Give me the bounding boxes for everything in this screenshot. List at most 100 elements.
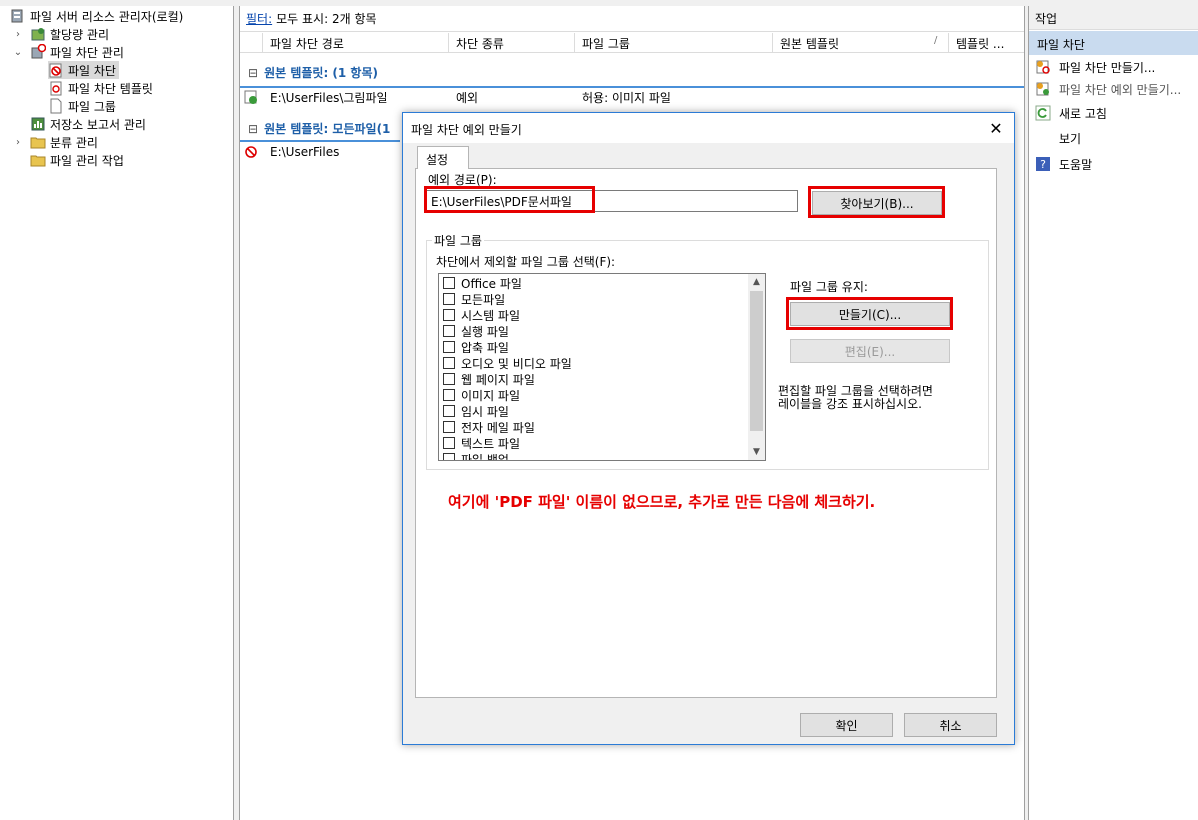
create-screen-icon — [1035, 59, 1051, 75]
tree-item-quota[interactable]: 할당량 관리 — [30, 25, 109, 43]
tree-item-label: 파일 서버 리소스 관리자(로컬) — [30, 9, 184, 24]
scroll-thumb[interactable] — [750, 291, 763, 431]
folder-icon — [30, 134, 46, 150]
checkbox[interactable] — [443, 453, 455, 460]
action-create-exception[interactable]: 파일 차단 예외 만들기... — [1035, 79, 1181, 99]
tree-item-label: 저장소 보고서 관리 — [50, 117, 146, 132]
hint-text-line2: 레이블을 강조 표시하십시오. — [778, 397, 922, 411]
exception-check-icon — [244, 90, 258, 107]
tree-item-label: 파일 차단 관리 — [50, 45, 124, 60]
column-header-group[interactable]: 파일 그룹 — [582, 35, 630, 52]
tree-item-label: 파일 관리 작업 — [50, 153, 124, 168]
filter-link[interactable]: 필터: — [246, 10, 272, 27]
file-group-box-title: 파일 그룹 — [432, 232, 484, 249]
report-icon — [30, 116, 46, 132]
block-icon — [244, 145, 258, 162]
expand-chevron-icon[interactable]: › — [13, 25, 23, 43]
group-header[interactable]: ⊟ 원본 템플릿: (1 항목) — [248, 64, 378, 81]
action-create-file-screen[interactable]: 파일 차단 만들기... — [1035, 57, 1155, 77]
column-header-template[interactable]: 원본 템플릿 — [780, 35, 839, 52]
table-row[interactable]: E:\UserFiles\그림파일 예외 허용: 이미지 파일 — [240, 86, 1024, 108]
checkbox[interactable] — [443, 357, 455, 369]
action-help[interactable]: ? 도움말 — [1035, 154, 1092, 174]
maintain-groups-label: 파일 그룹 유지: — [790, 280, 868, 294]
tab-settings[interactable]: 설정 — [417, 146, 469, 169]
column-header-template-status[interactable]: 템플릿 ... — [956, 35, 1004, 52]
action-view[interactable]: 보기 — [1035, 128, 1081, 148]
row-group: 허용: 이미지 파일 — [582, 91, 671, 105]
collapse-chevron-icon[interactable]: ⌄ — [13, 43, 23, 61]
exception-path-input[interactable]: E:\UserFiles\PDF문서파일 — [426, 190, 798, 212]
list-item[interactable]: 임시 파일 — [443, 403, 509, 419]
checkbox[interactable] — [443, 341, 455, 353]
checkbox[interactable] — [443, 293, 455, 305]
navigation-tree: 파일 서버 리소스 관리자(로컬) › 할당량 관리 ⌄ 파일 차단 관리 파일… — [0, 6, 234, 820]
list-item[interactable]: 오디오 및 비디오 파일 — [443, 355, 572, 371]
tree-item-storage-reports[interactable]: 저장소 보고서 관리 — [30, 115, 146, 133]
svg-text:?: ? — [1040, 158, 1046, 171]
exception-path-label: 예외 경로(P): — [428, 173, 497, 187]
file-screen-icon — [30, 44, 46, 60]
sort-indicator-icon: / — [934, 35, 938, 46]
tree-item-file-management-tasks[interactable]: 파일 관리 작업 — [30, 151, 124, 169]
tree-item-file-screen-templates[interactable]: 파일 차단 템플릿 — [48, 79, 153, 97]
create-group-button[interactable]: 만들기(C)... — [790, 302, 950, 326]
checkbox[interactable] — [443, 373, 455, 385]
list-item[interactable]: 모든파일 — [443, 291, 505, 307]
column-header-path[interactable]: 파일 차단 경로 — [270, 35, 344, 52]
dialog-titlebar: 파일 차단 예외 만들기 ✕ — [403, 113, 1014, 143]
list-item[interactable]: Office 파일 — [443, 275, 522, 291]
expand-chevron-icon[interactable]: › — [13, 133, 23, 151]
actions-header: 작업 — [1029, 6, 1198, 30]
file-group-checklist[interactable]: Office 파일 모든파일 시스템 파일 실행 파일 압축 파일 오디오 및 … — [438, 273, 766, 461]
checkbox[interactable] — [443, 325, 455, 337]
list-item[interactable]: 텍스트 파일 — [443, 435, 520, 451]
tree-item-file-groups[interactable]: 파일 그룹 — [48, 97, 116, 115]
tree-item-file-screens[interactable]: 파일 차단 — [48, 61, 119, 79]
actions-section-file-screens[interactable]: 파일 차단 — [1029, 31, 1198, 55]
row-path: E:\UserFiles — [270, 145, 340, 159]
checkbox[interactable] — [443, 389, 455, 401]
tree-item-label: 파일 차단 — [68, 63, 116, 78]
checkbox[interactable] — [443, 421, 455, 433]
file-icon — [48, 98, 64, 114]
vertical-scrollbar[interactable]: ▲ ▼ — [748, 274, 765, 460]
edit-group-button[interactable]: 편집(E)... — [790, 339, 950, 363]
checkbox[interactable] — [443, 405, 455, 417]
tree-item-label: 할당량 관리 — [50, 27, 110, 42]
checkbox[interactable] — [443, 309, 455, 321]
filter-bar: 필터: 모두 표시: 2개 항목 — [240, 6, 1024, 32]
settings-panel: 예외 경로(P): E:\UserFiles\PDF문서파일 찾아보기(B)..… — [415, 168, 997, 698]
template-icon — [48, 80, 64, 96]
ok-button[interactable]: 확인 — [800, 713, 893, 737]
action-refresh[interactable]: 새로 고침 — [1035, 103, 1107, 123]
checkbox[interactable] — [443, 277, 455, 289]
list-item[interactable]: 전자 메일 파일 — [443, 419, 535, 435]
help-icon: ? — [1035, 156, 1051, 172]
create-exception-dialog: 파일 차단 예외 만들기 ✕ 설정 예외 경로(P): E:\UserFiles… — [402, 112, 1015, 745]
column-header-row: 파일 차단 경로 차단 종류 파일 그룹 원본 템플릿 / 템플릿 ... — [240, 33, 1024, 53]
browse-button[interactable]: 찾아보기(B)... — [812, 191, 942, 215]
list-item[interactable]: 파일 백업 — [443, 451, 509, 460]
cancel-button[interactable]: 취소 — [904, 713, 997, 737]
list-item[interactable]: 시스템 파일 — [443, 307, 520, 323]
tree-item-classification[interactable]: 분류 관리 — [30, 133, 98, 151]
file-screen-block-icon — [48, 62, 64, 78]
tree-item-root[interactable]: 파일 서버 리소스 관리자(로컬) — [10, 7, 183, 25]
create-exception-icon — [1035, 81, 1051, 97]
close-icon[interactable]: ✕ — [984, 117, 1008, 139]
column-header-type[interactable]: 차단 종류 — [456, 35, 504, 52]
list-item[interactable]: 웹 페이지 파일 — [443, 371, 535, 387]
group-header[interactable]: ⊟ 원본 템플릿: 모든파일(1 — [248, 120, 390, 137]
checkbox[interactable] — [443, 437, 455, 449]
scroll-up-icon[interactable]: ▲ — [748, 274, 765, 290]
mmc-window: 파일 서버 리소스 관리자(로컬) › 할당량 관리 ⌄ 파일 차단 관리 파일… — [0, 0, 1198, 820]
list-item[interactable]: 압축 파일 — [443, 339, 509, 355]
list-item[interactable]: 실행 파일 — [443, 323, 509, 339]
tree-item-file-screen-management[interactable]: 파일 차단 관리 — [30, 43, 124, 61]
actions-pane: 작업 파일 차단 파일 차단 만들기... 파일 차단 예외 만들기... 새로… — [1028, 6, 1198, 820]
list-item[interactable]: 이미지 파일 — [443, 387, 520, 403]
server-icon — [10, 8, 26, 24]
folder-icon — [30, 152, 46, 168]
scroll-down-icon[interactable]: ▼ — [748, 444, 765, 460]
